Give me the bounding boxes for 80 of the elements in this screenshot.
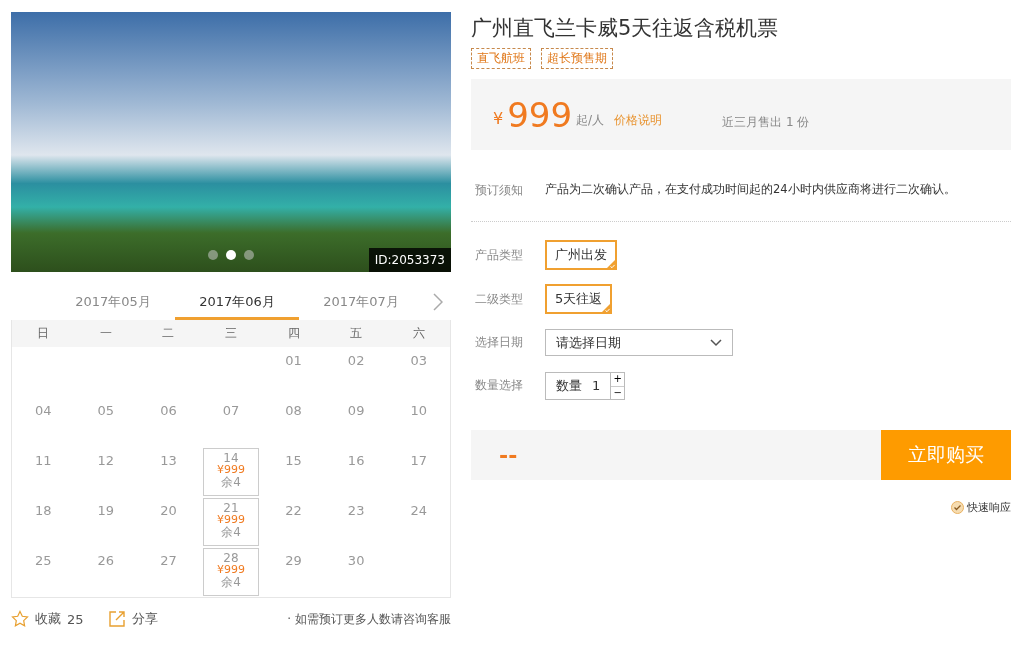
month-tab[interactable]: 2017年05月 xyxy=(51,284,175,320)
date-number: 04 xyxy=(35,403,52,418)
product-title: 广州直飞兰卡威5天往返含税机票 xyxy=(471,15,780,42)
option-label: 二级类型 xyxy=(475,290,524,308)
carousel-dot[interactable] xyxy=(208,250,218,260)
date-select[interactable]: 请选择日期 xyxy=(545,329,733,356)
option-label: 产品类型 xyxy=(475,246,524,264)
date-number: 08 xyxy=(285,403,302,418)
option-label: 数量选择 xyxy=(475,377,524,394)
quantity-field[interactable]: 1 xyxy=(592,378,601,393)
date-number: 25 xyxy=(35,553,52,568)
date-number: 27 xyxy=(160,553,177,568)
weekday-label: 五 xyxy=(349,325,364,342)
notice-label: 预订须知 xyxy=(475,182,524,199)
date-price: ¥999 xyxy=(217,464,245,476)
currency-symbol: ¥ xyxy=(493,109,504,128)
option-chip[interactable]: 5天往返 xyxy=(545,284,613,314)
total-price: -- xyxy=(498,441,519,470)
product-id-label: ID:2053373 xyxy=(368,248,451,272)
date-number: 14 xyxy=(223,452,239,464)
price-amount: 999 xyxy=(507,94,573,135)
date-number: 19 xyxy=(97,503,115,518)
check-corner-icon xyxy=(606,259,616,269)
date-number: 24 xyxy=(410,503,427,518)
contact-note: · 如需预订更多人数请咨询客服 xyxy=(287,610,451,628)
option-chip[interactable]: 广州出发 xyxy=(545,240,617,270)
date-number: 21 xyxy=(223,502,239,514)
date-number: 02 xyxy=(347,353,365,368)
date-number: 17 xyxy=(410,453,427,468)
date-number: 26 xyxy=(97,553,115,568)
date-number: 20 xyxy=(160,503,177,518)
carousel-dot[interactable] xyxy=(244,250,254,260)
date-number: 29 xyxy=(285,553,302,568)
date-number: 13 xyxy=(160,453,177,468)
carousel-dot[interactable] xyxy=(226,250,236,260)
quantity-label: 数量 xyxy=(556,376,582,395)
date-price: ¥999 xyxy=(217,514,245,526)
price-unit: 起/人 xyxy=(576,112,605,129)
option-label: 选择日期 xyxy=(475,334,524,351)
notice-text: 产品为二次确认产品，在支付成功时间起的24小时内供应商将进行二次确认。 xyxy=(545,182,956,198)
date-number: 05 xyxy=(97,403,115,418)
chevron-right-icon[interactable] xyxy=(433,293,443,311)
star-icon[interactable] xyxy=(11,610,29,628)
date-number: 07 xyxy=(222,403,240,418)
sales-count: 近三月售出 1 份 xyxy=(722,114,810,131)
weekday-label: 三 xyxy=(224,325,238,342)
date-number: 10 xyxy=(410,403,427,418)
weekday-label: 一 xyxy=(98,325,113,342)
weekday-label: 四 xyxy=(286,325,301,342)
feature-tag: 直飞航班 xyxy=(471,48,531,69)
date-number: 18 xyxy=(35,503,52,518)
date-number: 16 xyxy=(347,453,365,468)
check-badge-icon xyxy=(951,501,964,514)
check-corner-icon xyxy=(601,303,612,313)
date-number: 01 xyxy=(285,353,302,368)
seats-remaining: 余4 xyxy=(221,526,241,538)
weekday-label: 日 xyxy=(36,325,51,342)
feature-tag: 超长预售期 xyxy=(541,48,613,69)
date-number: 11 xyxy=(35,453,52,468)
date-number: 15 xyxy=(285,453,302,468)
seats-remaining: 余4 xyxy=(221,576,241,588)
date-number: 12 xyxy=(97,453,115,468)
favorite-link[interactable]: 收藏 xyxy=(35,610,61,628)
chevron-down-icon xyxy=(710,338,722,347)
weekday-label: 六 xyxy=(411,325,426,342)
favorite-count: 25 xyxy=(67,611,84,627)
share-icon[interactable] xyxy=(107,610,126,628)
quick-response-label: 快速响应 xyxy=(967,500,1011,515)
date-number: 09 xyxy=(347,403,365,418)
date-number: 28 xyxy=(223,552,239,564)
date-number: 22 xyxy=(285,503,302,518)
date-number: 06 xyxy=(160,403,177,418)
date-number: 03 xyxy=(410,353,427,368)
date-price: ¥999 xyxy=(217,564,245,576)
weekday-label: 二 xyxy=(161,325,176,342)
date-number: 23 xyxy=(347,503,365,518)
date-number: 30 xyxy=(347,553,365,568)
month-tab[interactable]: 2017年07月 xyxy=(299,284,423,320)
seats-remaining: 余4 xyxy=(221,476,241,488)
share-link[interactable]: 分享 xyxy=(131,610,158,628)
